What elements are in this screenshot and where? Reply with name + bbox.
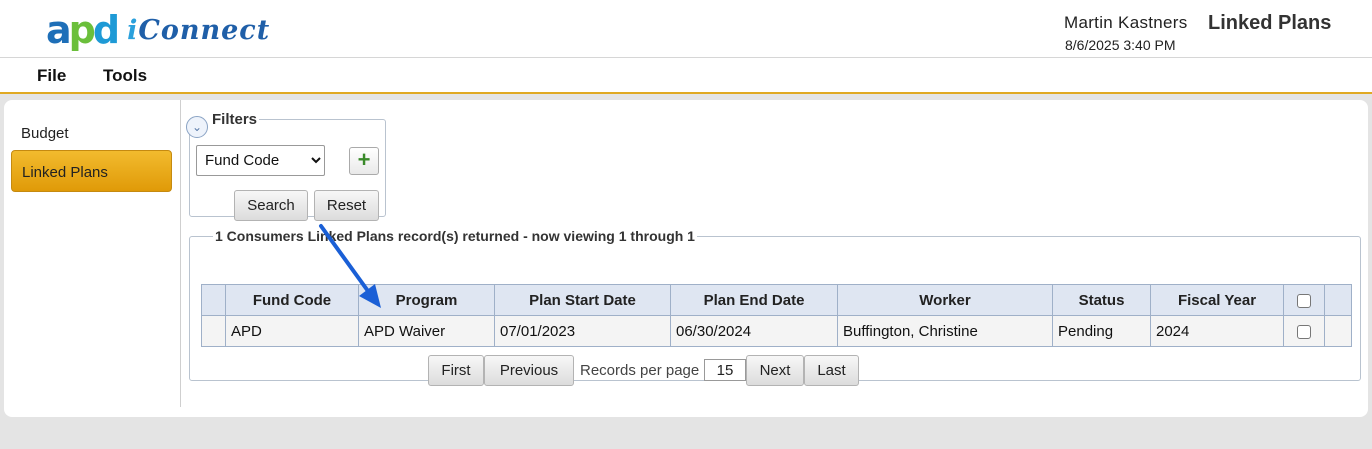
page-title: Linked Plans bbox=[1208, 12, 1332, 34]
cell-fund-code: APD bbox=[225, 315, 359, 347]
sidebar: Budget Linked Plans bbox=[4, 100, 181, 407]
column-header-worker[interactable]: Worker bbox=[837, 284, 1053, 316]
column-header-fiscal-year[interactable]: Fiscal Year bbox=[1150, 284, 1284, 316]
cell-select bbox=[1283, 315, 1325, 347]
records-per-page-label: Records per page bbox=[580, 362, 700, 379]
table-header-row: Fund Code Program Plan Start Date Plan E… bbox=[201, 284, 1352, 316]
cell-status: Pending bbox=[1052, 315, 1151, 347]
cell-fiscal-year: 2024 bbox=[1150, 315, 1284, 347]
last-page-button[interactable]: Last bbox=[804, 355, 859, 386]
add-filter-button[interactable]: + bbox=[349, 147, 379, 175]
collapse-filters-icon[interactable]: ⌄ bbox=[186, 116, 208, 138]
row-spacer-cell bbox=[201, 315, 226, 347]
results-summary: 1 Consumers Linked Plans record(s) retur… bbox=[215, 228, 695, 244]
column-header-fund-code[interactable]: Fund Code bbox=[225, 284, 359, 316]
cell-plan-end-date: 06/30/2024 bbox=[670, 315, 838, 347]
search-button[interactable]: Search bbox=[234, 190, 308, 221]
results-panel: 1 Consumers Linked Plans record(s) retur… bbox=[189, 228, 1361, 386]
menu-bar: File Tools bbox=[0, 58, 1372, 94]
reset-button[interactable]: Reset bbox=[314, 190, 379, 221]
column-header-plan-end-date[interactable]: Plan End Date bbox=[670, 284, 838, 316]
column-header-spacer bbox=[201, 284, 226, 316]
sidebar-item-budget[interactable]: Budget bbox=[11, 111, 172, 153]
column-header-status[interactable]: Status bbox=[1052, 284, 1151, 316]
row-checkbox[interactable] bbox=[1297, 324, 1311, 339]
menu-file[interactable]: File bbox=[37, 66, 66, 86]
menu-tools[interactable]: Tools bbox=[103, 66, 147, 86]
next-page-button[interactable]: Next bbox=[746, 355, 804, 386]
row-end-cell bbox=[1324, 315, 1352, 347]
column-header-end bbox=[1324, 284, 1352, 316]
previous-page-button[interactable]: Previous bbox=[484, 355, 574, 386]
filter-field-select[interactable]: Fund Code bbox=[196, 145, 325, 176]
app-header: apd iConnect Martin Kastners Linked Plan… bbox=[0, 0, 1372, 58]
cell-program: APD Waiver bbox=[358, 315, 495, 347]
column-header-select-all bbox=[1283, 284, 1325, 316]
column-header-plan-start-date[interactable]: Plan Start Date bbox=[494, 284, 671, 316]
logo-iconnect-text: iConnect bbox=[127, 14, 271, 46]
logo-apd-text: apd bbox=[46, 8, 120, 52]
first-page-button[interactable]: First bbox=[428, 355, 484, 386]
main-panel: Budget Linked Plans Filters ⌄ Fund Code … bbox=[4, 100, 1368, 417]
table-row[interactable]: APD APD Waiver 07/01/2023 06/30/2024 Buf… bbox=[201, 315, 1352, 347]
column-header-program[interactable]: Program bbox=[358, 284, 495, 316]
apd-iconnect-logo: apd iConnect bbox=[46, 10, 270, 50]
records-per-page-input[interactable] bbox=[704, 359, 746, 381]
linked-plans-table: Fund Code Program Plan Start Date Plan E… bbox=[201, 284, 1352, 347]
select-all-checkbox[interactable] bbox=[1297, 293, 1311, 308]
user-name: Martin Kastners bbox=[1064, 13, 1188, 32]
cell-plan-start-date: 07/01/2023 bbox=[494, 315, 671, 347]
sidebar-item-linked-plans[interactable]: Linked Plans bbox=[11, 150, 172, 192]
cell-worker: Buffington, Christine bbox=[837, 315, 1053, 347]
current-datetime: 8/6/2025 3:40 PM bbox=[1065, 37, 1176, 53]
filters-panel: Filters ⌄ Fund Code + Search Reset bbox=[186, 111, 386, 221]
